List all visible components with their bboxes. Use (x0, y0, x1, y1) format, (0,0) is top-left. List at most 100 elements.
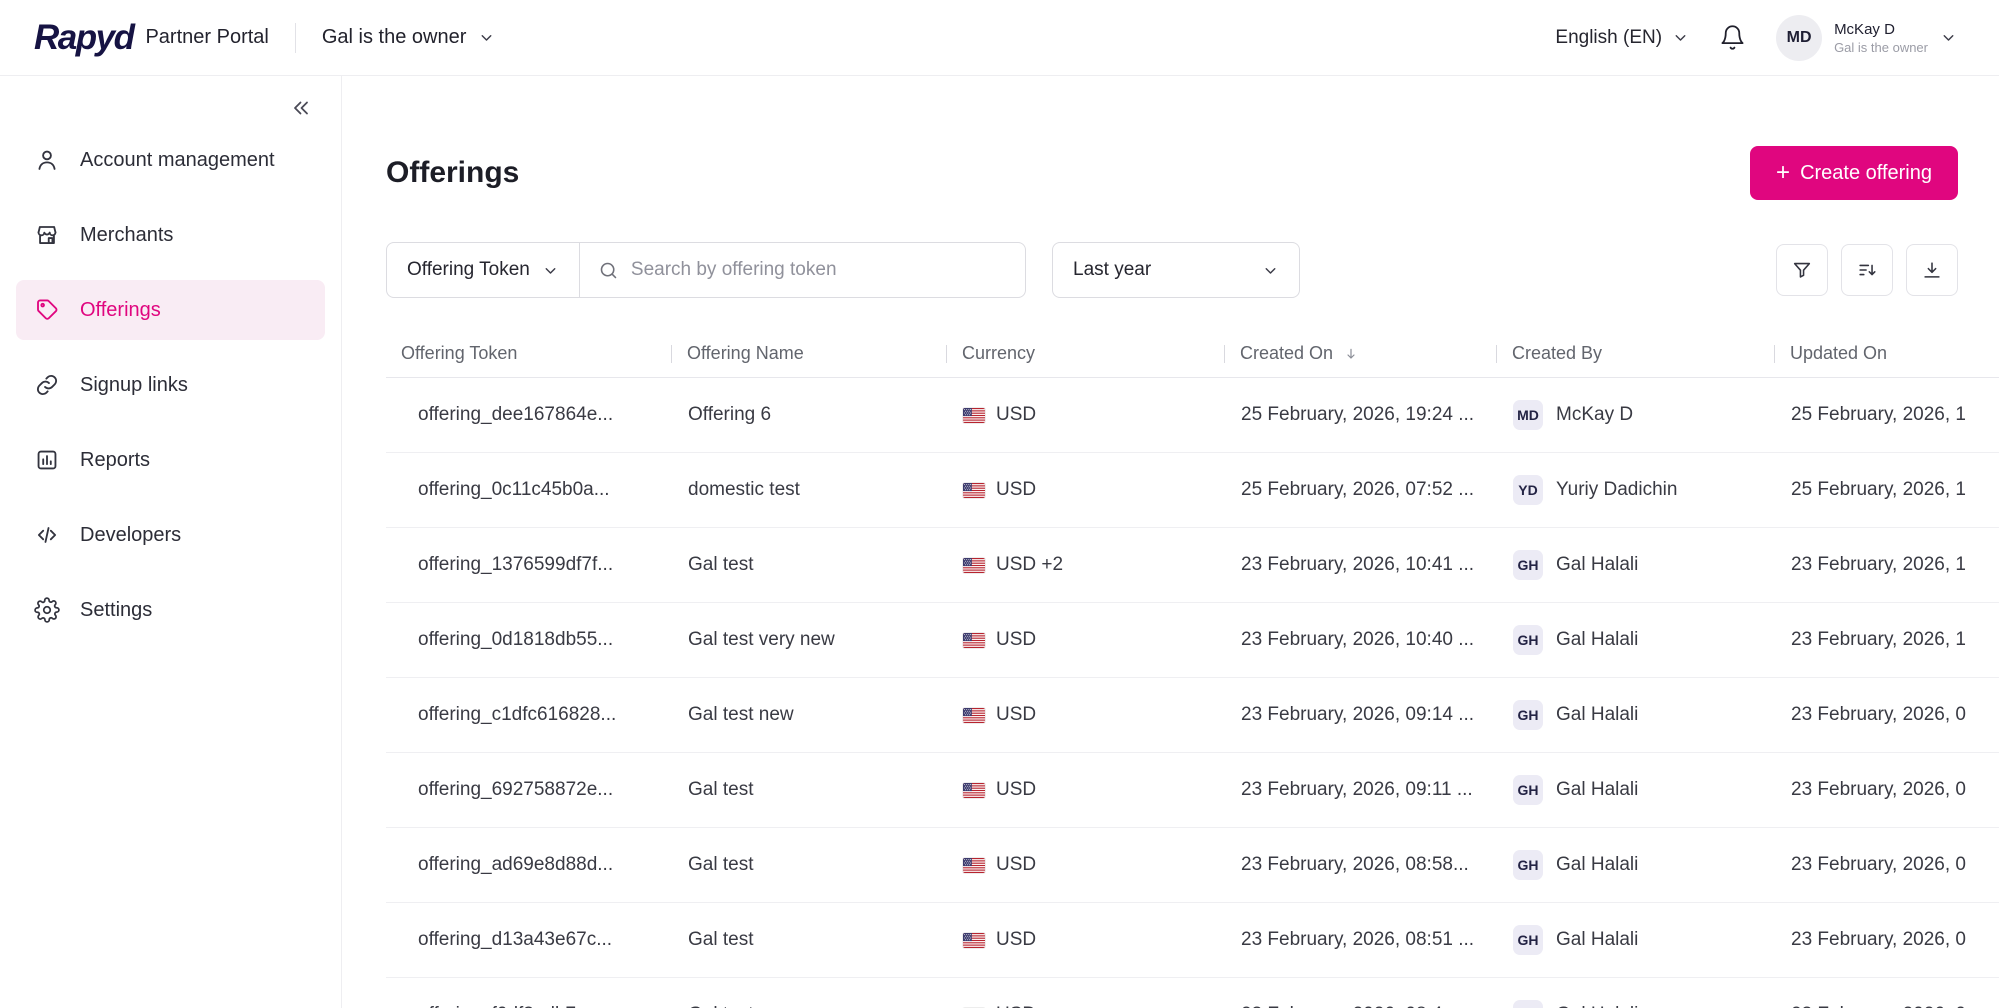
creator-avatar: GH (1513, 850, 1543, 880)
create-offering-button[interactable]: + Create offering (1750, 146, 1958, 200)
portal-label: Partner Portal (145, 26, 269, 48)
table-row[interactable]: offering_d13a43e67c... Gal test USD 23 F… (386, 903, 1999, 978)
filter-row: Offering Token Last year (386, 242, 1999, 298)
sidebar-item-merchants[interactable]: Merchants (16, 205, 325, 265)
table-row[interactable]: offering_1376599df7f... Gal test USD +2 … (386, 528, 1999, 603)
cell-currency: USD (931, 629, 1209, 651)
column-header-offering-name[interactable]: Offering Name (656, 343, 931, 364)
sort-button[interactable] (1841, 244, 1893, 296)
creator-name: Gal Halali (1556, 779, 1639, 800)
chevron-down-icon (1675, 35, 1686, 41)
search-input[interactable] (630, 259, 1007, 281)
creator-name: Gal Halali (1556, 629, 1639, 650)
app-header: Rapyd Partner Portal Gal is the owner En… (0, 0, 1999, 76)
us-flag-icon (963, 932, 985, 948)
user-name: McKay D (1834, 20, 1895, 38)
chevron-down-icon (545, 267, 556, 274)
user-info: McKay D Gal is the owner (1834, 21, 1928, 55)
column-header-created-on[interactable]: Created On (1209, 343, 1481, 364)
cell-currency: USD (931, 704, 1209, 726)
cell-currency: USD (931, 479, 1209, 501)
currency-label: USD +2 (996, 554, 1064, 575)
table-row[interactable]: offering_dee167864e... Offering 6 USD 25… (386, 378, 1999, 453)
cell-offering-token: offering_0d1818db55... (418, 629, 614, 650)
search-field-value: Offering Token (407, 259, 530, 280)
creator-avatar: YD (1513, 475, 1543, 505)
currency-label: USD (996, 854, 1037, 875)
cell-created-by: GH Gal Halali (1481, 1000, 1759, 1008)
cell-updated-on: 25 February, 2026, 1 (1791, 404, 1966, 425)
sort-icon (1859, 264, 1876, 276)
report-icon (34, 447, 60, 473)
sidebar-item-offerings[interactable]: Offerings (16, 280, 325, 340)
search-field-selector[interactable]: Offering Token (387, 243, 580, 297)
table-row[interactable]: offering_f0df3edb7... Gal test (386, 978, 1999, 1008)
table-row[interactable]: offering_c1dfc616828... Gal test new USD… (386, 678, 1999, 753)
cell-created-by: GH Gal Halali (1481, 550, 1759, 580)
language-selector[interactable]: English (EN) (1555, 27, 1689, 49)
us-flag-icon (963, 482, 985, 498)
currency-label: USD (996, 779, 1037, 800)
notifications-button[interactable] (1719, 24, 1746, 51)
filter-button[interactable] (1776, 244, 1828, 296)
creator-avatar: GH (1513, 1000, 1543, 1008)
cell-currency: USD (931, 1004, 1209, 1008)
cell-offering-name: Gal test (688, 854, 754, 875)
cell-updated-on: 23 February, 2026, 0 (1791, 929, 1966, 950)
sidebar-item-reports[interactable]: Reports (16, 430, 325, 490)
offerings-table: Offering Token Offering Name Currency Creat… (386, 330, 1999, 1008)
cell-offering-name: domestic test (688, 479, 800, 500)
date-range-value: Last year (1073, 259, 1152, 280)
table-row[interactable]: offering_0d1818db55... Gal test very new (386, 603, 1999, 678)
storefront-icon (34, 222, 60, 248)
column-header-updated-on[interactable]: Updated On (1759, 343, 1999, 364)
table-row[interactable]: offering_692758872e... Gal test USD 23 F… (386, 753, 1999, 828)
download-button[interactable] (1906, 244, 1958, 296)
column-header-currency[interactable]: Currency (931, 343, 1209, 364)
cell-created-on: 25 February, 2026, 07:52 ... (1241, 479, 1475, 500)
header-right: English (EN) MD McKay D Gal is the owner (1555, 14, 1957, 61)
cell-created-on: 23 February, 2026, 08:4... (1209, 1004, 1481, 1008)
table-row[interactable]: offering_0c11c45b0a... domestic test USD… (386, 453, 1999, 528)
column-header-offering-token[interactable]: Offering Token (386, 343, 656, 364)
creator-name: Gal Halali (1556, 1004, 1638, 1008)
creator-avatar: GH (1513, 775, 1543, 805)
cell-created-by: GH Gal Halali (1481, 700, 1759, 730)
us-flag-icon (963, 857, 985, 873)
cell-created-on: 23 February, 2026, 09:14 ... (1241, 704, 1475, 725)
sidebar-item-developers[interactable]: Developers (16, 505, 325, 565)
sidebar-item-account-management[interactable]: Account management (16, 130, 325, 190)
table-toolbar (1776, 244, 1958, 296)
sort-descending-arrow-icon (1343, 346, 1359, 362)
column-header-created-by[interactable]: Created By (1481, 343, 1759, 364)
creator-name: McKay D (1556, 404, 1634, 425)
cell-created-by: GH Gal Halali (1481, 775, 1759, 805)
user-subtitle: Gal is the owner (1834, 39, 1928, 55)
organization-selector[interactable]: Gal is the owner (322, 26, 496, 49)
cell-offering-token: offering_c1dfc616828... (418, 704, 617, 725)
link-icon (34, 372, 60, 398)
table-header-row: Offering Token Offering Name Currency Creat… (386, 330, 1999, 378)
cell-currency: USD (931, 779, 1209, 801)
organization-selector-label: Gal is the owner (321, 26, 467, 48)
sidebar-collapse-row (0, 76, 341, 130)
filter-icon (1793, 262, 1811, 278)
table-row[interactable]: offering_ad69e8d88d... Gal test USD 23 F… (386, 828, 1999, 903)
cell-offering-token: offering_f0df3edb7... (386, 1004, 656, 1008)
sidebar-item-label: Merchants (80, 223, 174, 246)
double-chevron-left-icon (294, 101, 308, 115)
creator-avatar: GH (1513, 550, 1543, 580)
cell-offering-token: offering_0c11c45b0a... (418, 479, 610, 500)
cell-offering-name: Gal test (688, 779, 754, 800)
date-range-selector[interactable]: Last year (1052, 242, 1300, 298)
sidebar-item-signup-links[interactable]: Signup links (16, 355, 325, 415)
user-menu[interactable]: MD McKay D Gal is the owner (1776, 14, 1957, 61)
header-divider (294, 22, 296, 53)
cell-offering-name: Gal test new (688, 704, 794, 725)
sidebar-item-label: Developers (80, 523, 182, 546)
sidebar-item-settings[interactable]: Settings (16, 580, 325, 640)
sidebar-menu: Account management Merchants Offerings S… (0, 130, 341, 655)
currency-label: USD (996, 929, 1037, 950)
sidebar-collapse-button[interactable] (289, 96, 313, 120)
cell-updated-on: 23 February, 2026, 0 (1791, 779, 1966, 800)
